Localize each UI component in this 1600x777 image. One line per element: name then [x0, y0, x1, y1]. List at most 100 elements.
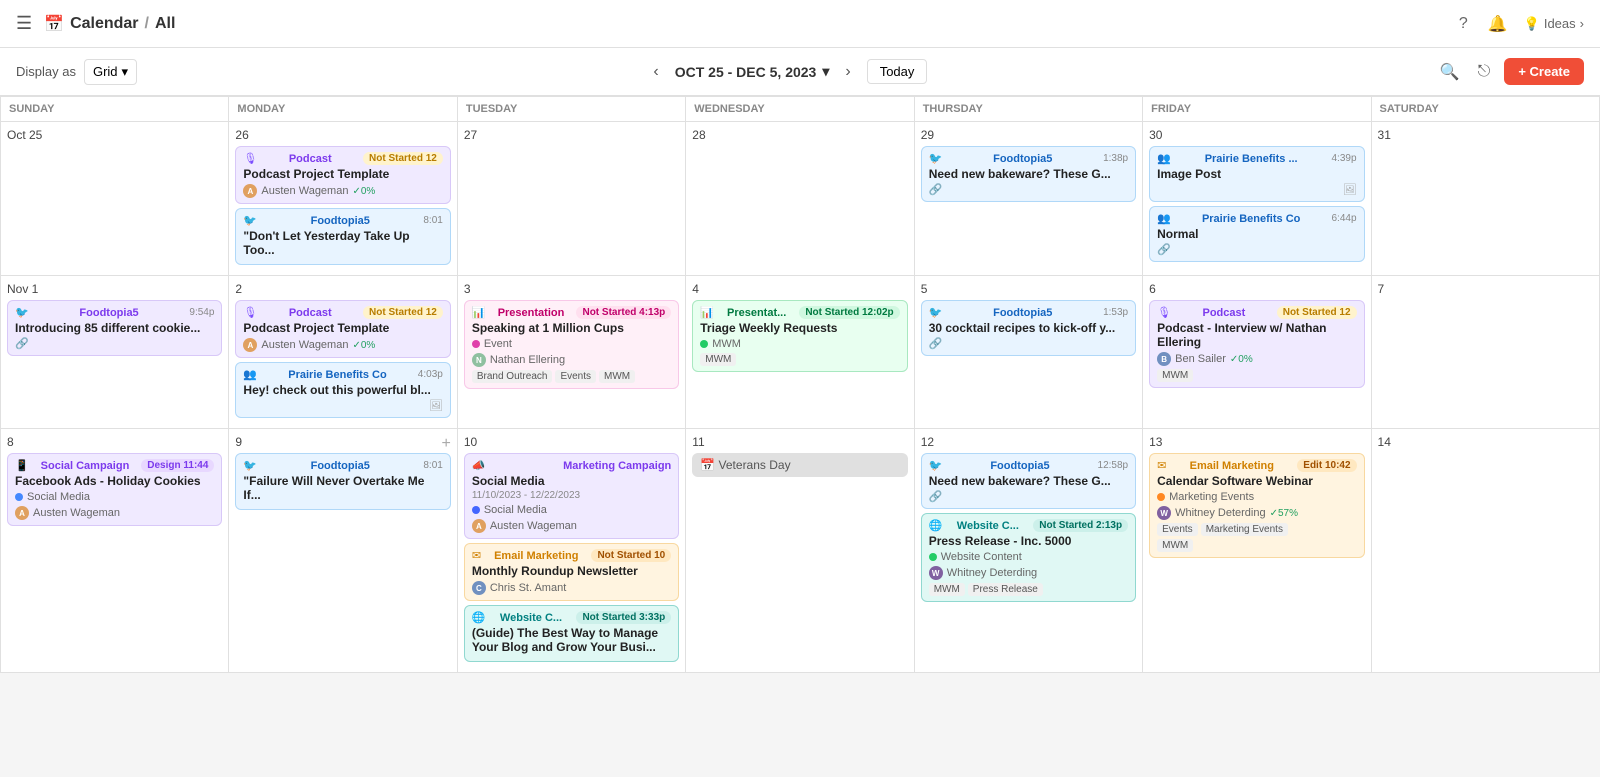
calendar-grid: SUNDAY MONDAY TUESDAY WEDNESDAY THURSDAY…: [0, 96, 1600, 673]
twitter-icon: 🐦: [929, 459, 943, 472]
calendar-event-card[interactable]: ✉ Email Marketing Edit 10:42 Calendar So…: [1149, 453, 1364, 558]
day-number: 11: [692, 435, 907, 449]
users-icon: 👥: [243, 368, 257, 381]
web-icon: 🌐: [929, 519, 943, 532]
twitter-icon: 🐦: [243, 459, 257, 472]
grid-dropdown[interactable]: Grid ▾: [84, 59, 137, 85]
calendar-event-card[interactable]: 🌐 Website C... Not Started 3:33p (Guide)…: [464, 605, 679, 662]
calendar-event-card[interactable]: 📣 Marketing Campaign Social Media 11/10/…: [464, 453, 679, 539]
calendar-event-card[interactable]: 🐦 Foodtopia5 1:38p Need new bakeware? Th…: [921, 146, 1136, 202]
search-button[interactable]: 🔍: [1436, 58, 1464, 86]
tag: MWM: [1157, 369, 1193, 382]
toolbar-left: Display as Grid ▾: [16, 59, 137, 85]
twitter-icon: 🐦: [15, 306, 29, 319]
author-name: Ben Sailer: [1175, 353, 1226, 365]
status-badge: Not Started 12: [363, 306, 443, 319]
card-meta: MWM: [700, 338, 899, 350]
project-label: Podcast: [1203, 307, 1246, 319]
calendar-event-card[interactable]: 🌐 Website C... Not Started 2:13p Press R…: [921, 513, 1136, 602]
help-button[interactable]: ?: [1455, 11, 1472, 37]
calendar-event-card[interactable]: 🎙 Podcast Not Started 12 Podcast Project…: [235, 146, 450, 204]
calendar-event-card[interactable]: 📊 Presentation Not Started 4:13p Speakin…: [464, 300, 679, 389]
calendar-event-card[interactable]: 📊 Presentat... Not Started 12:02p Triage…: [692, 300, 907, 372]
day-number: 2: [235, 282, 450, 296]
calendar-event-card[interactable]: ✉ Email Marketing Not Started 10 Monthly…: [464, 543, 679, 601]
avatar: W: [929, 566, 943, 580]
author-name: Nathan Ellering: [490, 354, 565, 366]
calendar-event-card[interactable]: 📱 Social Campaign Design 11:44 Facebook …: [7, 453, 222, 526]
card-title: Normal: [1157, 227, 1356, 241]
card-title: Triage Weekly Requests: [700, 321, 899, 335]
calendar-event-card[interactable]: 🐦 Foodtopia5 1:53p 30 cocktail recipes t…: [921, 300, 1136, 356]
project-label: Foodtopia5: [993, 153, 1052, 165]
calendar-label: Calendar: [70, 15, 138, 33]
author-name: Austen Wageman: [261, 185, 348, 197]
card-title: Hey! check out this powerful bl...: [243, 383, 442, 397]
card-title: Social Media: [472, 474, 671, 488]
day-cell: 13 ✉ Email Marketing Edit 10:42 Calendar…: [1143, 429, 1371, 673]
col-wednesday: WEDNESDAY: [686, 97, 914, 122]
day-number: 30: [1149, 128, 1364, 142]
calendar-event-card[interactable]: 👥 Prairie Benefits Co 4:03p Hey! check o…: [235, 362, 450, 418]
day-cell: 14: [1371, 429, 1599, 673]
status-badge: Not Started 10: [591, 549, 671, 562]
project-label: Presentat...: [727, 307, 786, 319]
event-type: Social Media: [27, 491, 90, 503]
time-badge: 12:58p: [1098, 460, 1129, 471]
add-event-button[interactable]: +: [442, 435, 451, 453]
col-tuesday: TUESDAY: [457, 97, 685, 122]
card-tags: MWM: [1157, 369, 1356, 382]
card-title: Podcast Project Template: [243, 167, 442, 181]
veterans-day-card: 📅 Veterans Day: [692, 453, 907, 477]
card-footer: A Austen Wageman: [15, 506, 214, 520]
day-number: 3: [464, 282, 679, 296]
avatar: A: [243, 338, 257, 352]
all-label: All: [155, 15, 175, 33]
card-title: 30 cocktail recipes to kick-off y...: [929, 321, 1128, 335]
event-type: Event: [484, 338, 512, 350]
podcast-icon: 🎙: [243, 306, 257, 319]
status-badge: Not Started 12:02p: [799, 306, 899, 319]
day-number: Nov 1: [7, 282, 222, 296]
calendar-event-card[interactable]: 🐦 Foodtopia5 9:54p Introducing 85 differ…: [7, 300, 222, 356]
card-title: Calendar Software Webinar: [1157, 474, 1356, 488]
presentation-icon: 📊: [700, 306, 714, 319]
today-button[interactable]: Today: [867, 59, 928, 84]
top-navigation: ☰ 📅 Calendar / All ? 🔔 💡 Ideas ›: [0, 0, 1600, 48]
calendar-event-card[interactable]: 🐦 Foodtopia5 8:01 "Failure Will Never Ov…: [235, 453, 450, 510]
card-tags: Events Marketing Events: [1157, 523, 1356, 536]
create-button[interactable]: + Create: [1504, 58, 1584, 85]
nav-right: ? 🔔 💡 Ideas ›: [1455, 10, 1584, 38]
calendar-event-card[interactable]: 👥 Prairie Benefits Co 6:44p Normal 🔗: [1149, 206, 1364, 262]
card-footer: C Chris St. Amant: [472, 581, 671, 595]
menu-icon[interactable]: ☰: [16, 13, 32, 34]
bell-button[interactable]: 🔔: [1484, 10, 1512, 38]
calendar-event-card[interactable]: 🎙 Podcast Not Started 12 Podcast Project…: [235, 300, 450, 358]
avatar: A: [15, 506, 29, 520]
calendar-event-card[interactable]: 🐦 Foodtopia5 12:58p Need new bakeware? T…: [921, 453, 1136, 509]
day-number: 13: [1149, 435, 1364, 449]
time-badge: 4:39p: [1332, 153, 1357, 164]
day-cell: 9 + 🐦 Foodtopia5 8:01 "Failure Will Neve…: [229, 429, 457, 673]
week-row: Nov 1 🐦 Foodtopia5 9:54p Introducing 85 …: [1, 276, 1600, 429]
calendar-event-card[interactable]: 👥 Prairie Benefits ... 4:39p Image Post …: [1149, 146, 1364, 202]
ideas-button[interactable]: 💡 Ideas ›: [1524, 16, 1584, 32]
tag: Events: [1157, 523, 1198, 536]
day-cell: 2 🎙 Podcast Not Started 12 Podcast Proje…: [229, 276, 457, 429]
day-cell: Oct 25: [1, 122, 229, 276]
date-chevron-icon: ▾: [822, 63, 829, 80]
next-period-button[interactable]: ›: [837, 59, 858, 85]
card-tags: MWM: [700, 353, 899, 366]
date-range-display[interactable]: OCT 25 - DEC 5, 2023 ▾: [675, 63, 830, 80]
calendar-event-card[interactable]: 🎙 Podcast Not Started 12 Podcast - Inter…: [1149, 300, 1364, 388]
card-footer: A Austen Wageman ✓0%: [243, 338, 442, 352]
share-button[interactable]: ⎋: [1474, 59, 1495, 85]
prev-period-button[interactable]: ‹: [645, 59, 666, 85]
web-icon: 🌐: [472, 611, 486, 624]
status-badge: Not Started 3:33p: [576, 611, 671, 624]
calendar-event-card[interactable]: 🐦 Foodtopia5 8:01 "Don't Let Yesterday T…: [235, 208, 450, 265]
nav-separator: /: [145, 15, 149, 33]
date-range: 11/10/2023 - 12/22/2023: [472, 490, 671, 501]
card-meta: Social Media: [15, 491, 214, 503]
ideas-chevron-icon: ›: [1580, 16, 1584, 31]
